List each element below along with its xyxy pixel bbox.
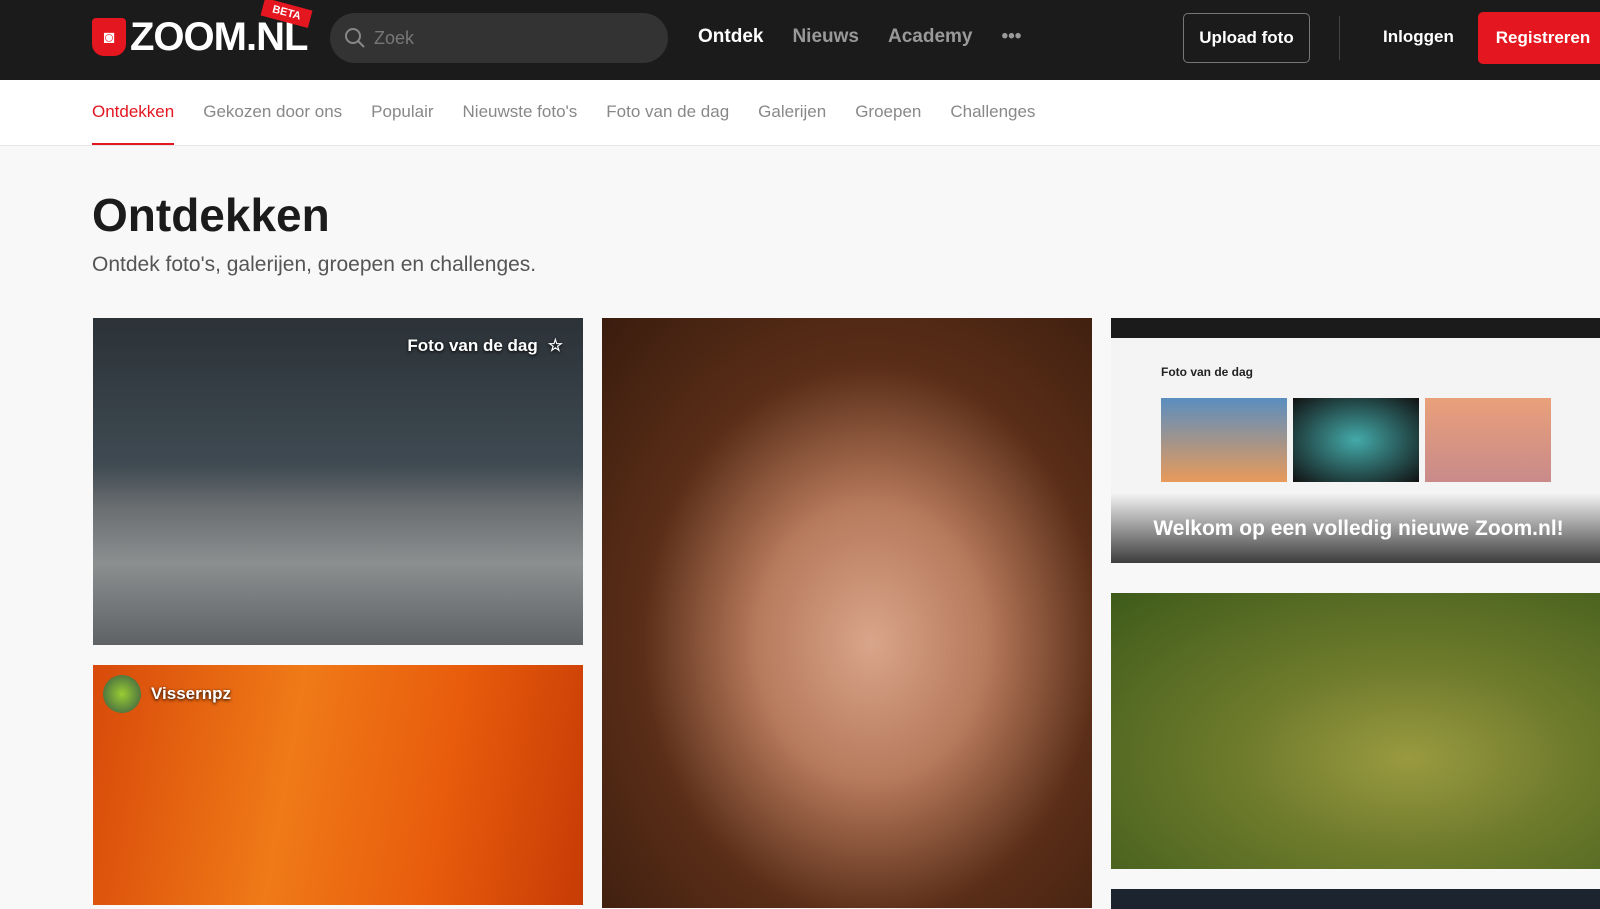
tab-ontdekken[interactable]: Ontdekken: [92, 102, 175, 145]
login-link[interactable]: Inloggen: [1383, 27, 1454, 47]
mini-grid: [1161, 398, 1551, 482]
sub-nav: Ontdekken Gekozen door ons Populair Nieu…: [0, 80, 1600, 146]
logo-text: ZOOM.NL: [130, 14, 308, 59]
divider: [1339, 16, 1340, 60]
tab-groepen[interactable]: Groepen: [855, 102, 921, 145]
mini-header: [1111, 318, 1600, 338]
tab-foto-van-de-dag[interactable]: Foto van de dag: [606, 102, 729, 145]
mini-title: Foto van de dag: [1161, 365, 1254, 379]
photo-of-day-label: Foto van de dag: [407, 336, 538, 355]
tab-nieuwste[interactable]: Nieuwste foto's: [463, 102, 578, 145]
nav-nieuws[interactable]: Nieuws: [792, 26, 859, 48]
search-icon: [345, 28, 365, 48]
nav-academy[interactable]: Academy: [888, 26, 973, 48]
star-icon[interactable]: ☆: [548, 336, 563, 356]
search-box[interactable]: [330, 13, 668, 63]
tab-populair[interactable]: Populair: [371, 102, 433, 145]
photo-card-portrait[interactable]: [602, 318, 1092, 908]
photo-card-seascape[interactable]: Foto van de dag ☆: [93, 318, 583, 645]
nav-ontdek[interactable]: Ontdek: [698, 26, 763, 48]
camera-icon: ◙: [92, 18, 126, 56]
register-button[interactable]: Registreren: [1478, 12, 1600, 64]
page-title: Ontdekken: [92, 189, 330, 241]
top-bar: ◙ZOOM.NL BETA Ontdek Nieuws Academy ••• …: [0, 0, 1600, 80]
tab-gekozen[interactable]: Gekozen door ons: [203, 102, 342, 145]
photo-card-flower[interactable]: Vissernpz: [93, 665, 583, 905]
search-input[interactable]: [374, 27, 606, 49]
welcome-text: Welkom op een volledig nieuwe Zoom.nl!: [1153, 517, 1564, 540]
logo[interactable]: ◙ ZOOM.NL: [92, 14, 308, 60]
photo-card-partial[interactable]: [1111, 889, 1600, 909]
tab-galerijen[interactable]: Galerijen: [758, 102, 826, 145]
tab-challenges[interactable]: Challenges: [950, 102, 1035, 145]
more-icon[interactable]: •••: [1001, 26, 1021, 48]
photo-card-frogs[interactable]: [1111, 593, 1600, 869]
upload-photo-button[interactable]: Upload foto: [1183, 13, 1310, 63]
avatar[interactable]: [103, 675, 141, 713]
welcome-card[interactable]: Foto van de dag Welkom op een volledig n…: [1111, 318, 1600, 563]
page-subtitle: Ontdek foto's, galerijen, groepen en cha…: [92, 253, 537, 276]
user-name[interactable]: Vissernpz: [151, 684, 231, 704]
